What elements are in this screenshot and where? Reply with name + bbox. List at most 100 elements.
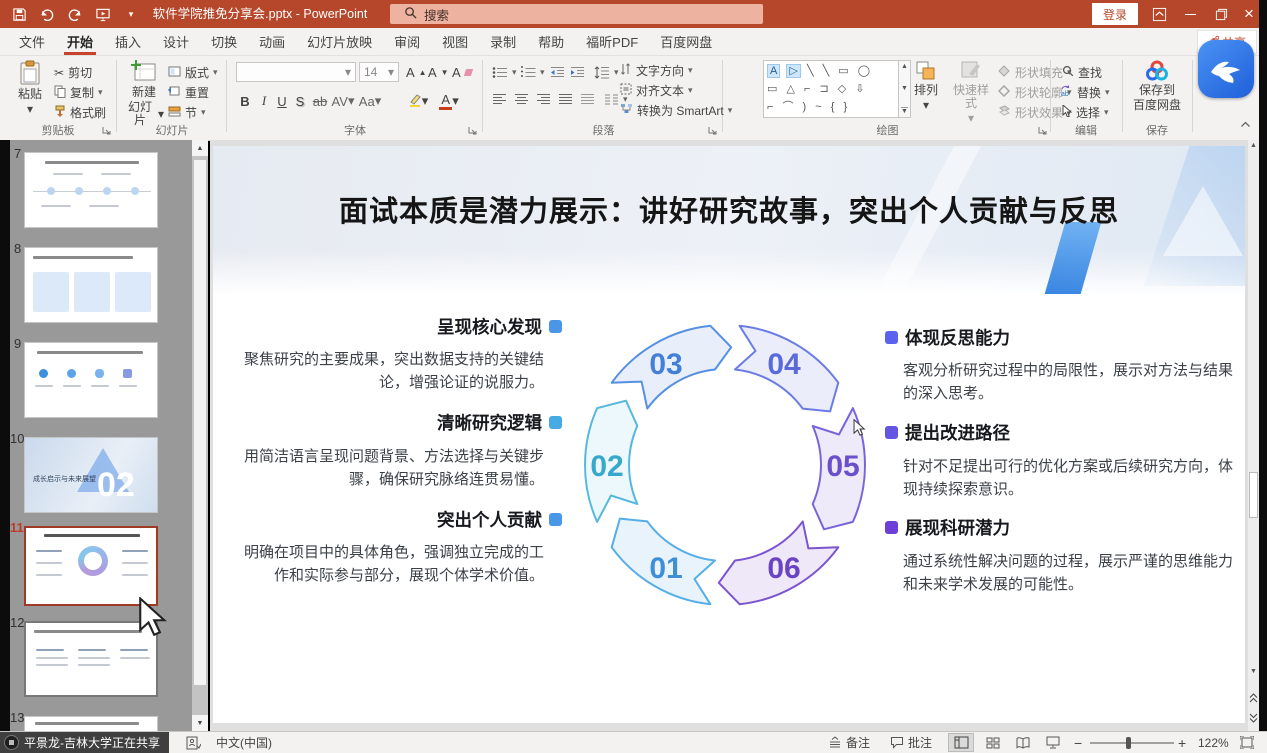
quick-styles-button[interactable]: 快速样式 ▾ (948, 60, 994, 125)
italic-button[interactable]: I (256, 90, 272, 112)
numbering-button[interactable]: ▾ (520, 63, 545, 82)
thumbnail-slide-7[interactable] (24, 152, 158, 228)
tab-home[interactable]: 开始 (56, 28, 104, 55)
clipboard-dialog-launcher[interactable] (102, 124, 112, 134)
section-button[interactable]: 节▾ (168, 103, 206, 122)
undo-icon[interactable] (38, 5, 56, 23)
left-item-2-heading[interactable]: 清晰研究逻辑 (437, 410, 562, 435)
increase-indent-button[interactable] (570, 63, 585, 82)
tab-help[interactable]: 帮助 (527, 28, 575, 55)
thumbnail-slide-12[interactable] (24, 621, 158, 697)
scroll-thumb[interactable] (1249, 472, 1258, 518)
language-status[interactable]: 中文(中国) (216, 732, 272, 753)
thumbnail-slide-8[interactable] (24, 247, 158, 323)
shape-fill-button[interactable]: 形状填充▾ (998, 63, 1072, 82)
zoom-slider-thumb[interactable] (1126, 737, 1131, 749)
right-item-1-heading[interactable]: 体现反思能力 (885, 325, 1010, 350)
search-input[interactable]: 搜索 (390, 4, 763, 24)
text-highlight-button[interactable]: ▾ (406, 90, 430, 112)
right-item-2-desc[interactable]: 针对不足提出可行的优化方案或后续研究方向，体现持续探索意识。 (903, 455, 1233, 501)
convert-smartart-button[interactable]: 转换为 SmartArt▾ (620, 101, 732, 120)
strikethrough-button[interactable]: ab (310, 90, 330, 112)
reading-view-button[interactable] (1010, 733, 1036, 752)
character-spacing-button[interactable]: AV▾ (332, 90, 354, 112)
ribbon-display-options-button[interactable] (1144, 0, 1174, 28)
save-icon[interactable] (10, 5, 28, 23)
layout-button[interactable]: 版式▾ (168, 63, 218, 82)
line-spacing-button[interactable]: ▾ (594, 63, 619, 82)
zoom-level[interactable]: 122% (1198, 732, 1229, 753)
right-item-3-heading[interactable]: 展现科研潜力 (885, 515, 1010, 540)
slide-title[interactable]: 面试本质是潜力展示：讲好研究故事，突出个人贡献与反思 (213, 188, 1245, 230)
comments-button[interactable]: 批注 (890, 732, 932, 753)
format-painter-button[interactable]: 格式刷 (54, 103, 106, 122)
notes-button[interactable]: 备注 (828, 732, 870, 753)
login-button[interactable]: 登录 (1092, 3, 1138, 25)
vertical-scrollbar[interactable]: ▲ ▼ (1248, 140, 1259, 731)
shape-icons-row[interactable]: ╲ ╲ ▭ ◯ (807, 65, 873, 77)
decrease-font-button[interactable]: A▼ (428, 63, 449, 82)
select-button[interactable]: 选择▾ (1062, 103, 1109, 122)
left-item-1-heading[interactable]: 呈现核心发现 (437, 314, 562, 339)
start-slideshow-icon[interactable] (94, 5, 112, 23)
shape-gallery[interactable]: A ▷ ╲ ╲ ▭ ◯ ▭ △ ⌐ ⊐ ◇ ⇩ ⌐ ⌒ ) ~ { } (763, 60, 899, 118)
action-shape-icon[interactable]: ▷ (786, 64, 800, 78)
scroll-up-button[interactable]: ▲ (1248, 142, 1259, 149)
zoom-slider-track[interactable] (1090, 742, 1174, 744)
slideshow-view-button[interactable] (1040, 733, 1066, 752)
replace-button[interactable]: ab替换▾ (1060, 83, 1110, 102)
accessibility-status[interactable] (186, 732, 201, 753)
redo-icon[interactable] (66, 5, 84, 23)
tab-view[interactable]: 视图 (431, 28, 479, 55)
panel-scrollbar[interactable]: ▲ ▼ (192, 140, 208, 731)
thumbnail-slide-13[interactable] (24, 716, 158, 731)
left-item-2-desc[interactable]: 用简洁语言呈现问题背景、方法选择与关键步骤，确保研究脉络连贯易懂。 (244, 445, 544, 491)
previous-slide-button[interactable] (1248, 690, 1259, 708)
shape-icons-row[interactable]: ▭ △ ⌐ ⊐ ◇ ⇩ (767, 80, 895, 98)
normal-view-button[interactable] (948, 733, 974, 752)
restore-button[interactable] (1206, 0, 1236, 28)
cycle-diagram[interactable]: 010203040506 (565, 305, 885, 625)
right-item-2-heading[interactable]: 提出改进路径 (885, 420, 1010, 445)
tab-insert[interactable]: 插入 (104, 28, 152, 55)
tab-foxit-pdf[interactable]: 福昕PDF (575, 28, 649, 55)
tab-animations[interactable]: 动画 (248, 28, 296, 55)
thumbnail-slide-10[interactable]: 成长启示与未来展望 02 (24, 437, 158, 513)
font-color-button[interactable]: A▾ (436, 90, 462, 112)
thumbnail-slide-9[interactable] (24, 342, 158, 418)
left-item-3-heading[interactable]: 突出个人贡献 (437, 507, 562, 532)
slide-sorter-view-button[interactable] (980, 733, 1006, 752)
text-shadow-button[interactable]: S (292, 90, 308, 112)
reset-button[interactable]: 重置 (168, 83, 209, 102)
tab-record[interactable]: 录制 (479, 28, 527, 55)
textbox-shape-icon[interactable]: A (767, 64, 780, 78)
justify-button[interactable] (558, 90, 573, 109)
drawing-dialog-launcher[interactable] (1038, 124, 1048, 134)
paste-button[interactable]: 粘贴 ▾ (12, 60, 48, 116)
align-center-button[interactable] (514, 90, 529, 109)
zoom-out-button[interactable]: − (1074, 732, 1082, 753)
decrease-indent-button[interactable] (550, 63, 565, 82)
slide-canvas[interactable]: 面试本质是潜力展示：讲好研究故事，突出个人贡献与反思 呈现核心发现 聚焦研究的主… (213, 146, 1245, 723)
tab-baidu-netdisk[interactable]: 百度网盘 (649, 28, 723, 55)
font-size-select[interactable]: 14▾ (359, 62, 399, 82)
bullets-button[interactable]: ▾ (492, 63, 517, 82)
align-right-button[interactable] (536, 90, 551, 109)
paragraph-dialog-launcher[interactable] (708, 124, 718, 134)
tab-transitions[interactable]: 切换 (200, 28, 248, 55)
increase-font-button[interactable]: A▲ (406, 63, 427, 82)
shape-effects-button[interactable]: 形状效果▾ (998, 103, 1072, 122)
fit-to-window-button[interactable] (1240, 732, 1254, 753)
new-slide-button[interactable]: 新建 幻灯片▾ (124, 60, 164, 127)
collapse-ribbon-button[interactable] (1240, 120, 1251, 133)
zoom-in-button[interactable]: + (1178, 732, 1186, 753)
minimize-button[interactable] (1175, 0, 1205, 28)
left-item-3-desc[interactable]: 明确在项目中的具体角色，强调独立完成的工作和实际参与部分，展现个体学术价值。 (244, 541, 544, 587)
distribute-button[interactable] (580, 90, 595, 109)
tab-slideshow[interactable]: 幻灯片放映 (296, 28, 383, 55)
text-direction-button[interactable]: 文字方向▾ (620, 61, 693, 80)
right-item-3-desc[interactable]: 通过系统性解决问题的过程，展示严谨的思维能力和未来学术发展的可能性。 (903, 550, 1233, 596)
font-dialog-launcher[interactable] (468, 124, 478, 134)
arrange-button[interactable]: 排列 ▾ (908, 60, 944, 112)
scroll-down-button[interactable]: ▼ (1248, 668, 1259, 675)
